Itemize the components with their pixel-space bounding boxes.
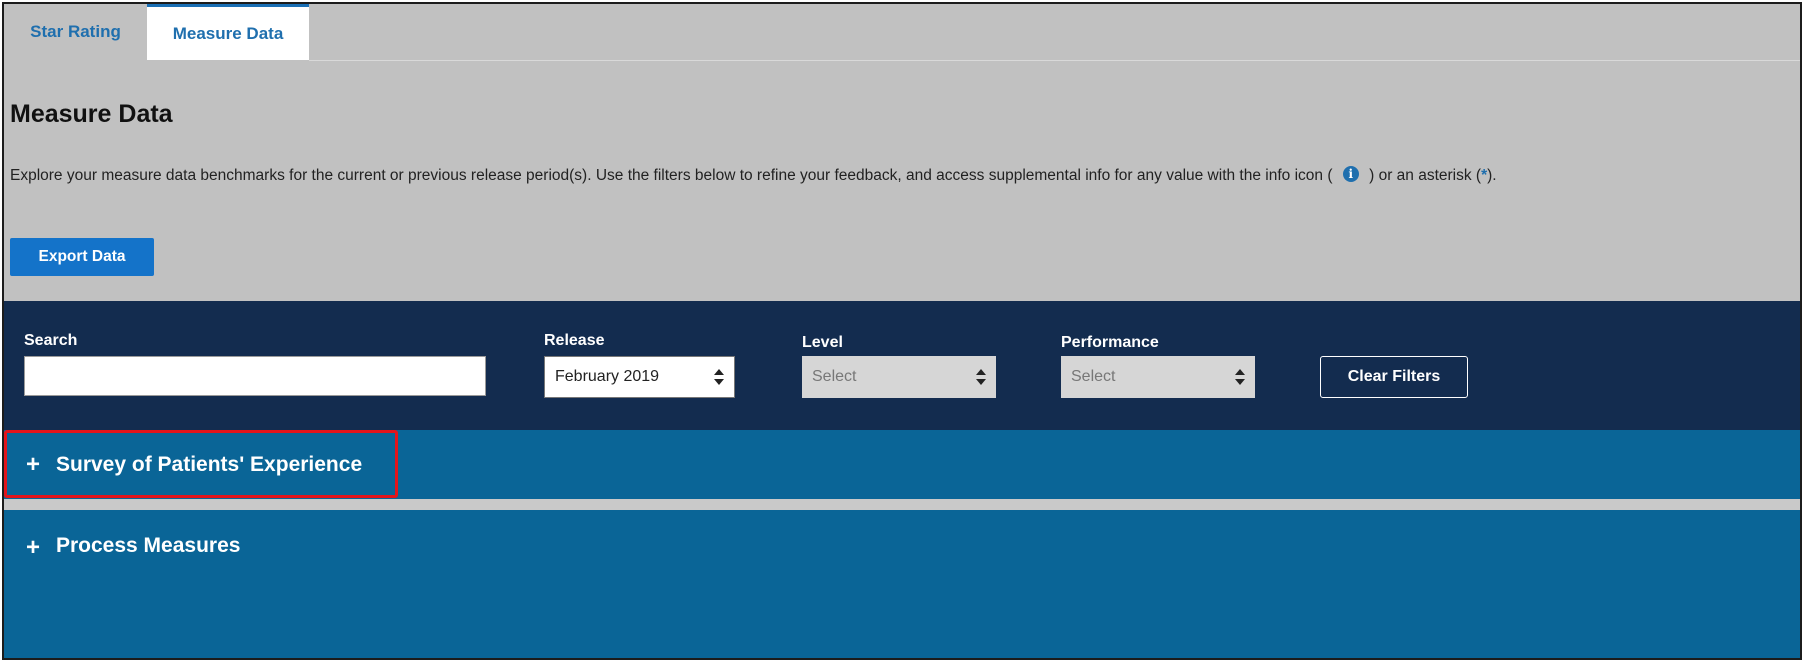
- sort-arrows-icon: [976, 369, 986, 385]
- release-select[interactable]: February 2019: [544, 356, 735, 398]
- measure-data-panel: Star Rating Measure Data Measure Data Ex…: [2, 2, 1802, 660]
- plus-icon: +: [26, 450, 41, 478]
- release-select-value: February 2019: [555, 368, 660, 385]
- sort-arrows-icon: [1235, 369, 1245, 385]
- intro-text-end: ).: [1487, 167, 1497, 184]
- accordion-label: Process Measures: [56, 534, 241, 557]
- page-title: Measure Data: [10, 100, 173, 128]
- search-input[interactable]: [24, 356, 486, 396]
- tab-star-rating[interactable]: Star Rating: [4, 4, 147, 60]
- accordion-survey-patients-experience[interactable]: + Survey of Patients' Experience: [4, 430, 1800, 499]
- performance-select-value: Select: [1071, 368, 1116, 385]
- intro-text-part2: ) or an asterisk (: [1369, 167, 1482, 184]
- tab-bar: Star Rating Measure Data: [4, 4, 309, 60]
- accordion-process-measures[interactable]: + Process Measures: [4, 510, 1800, 658]
- tab-divider: [309, 60, 1800, 61]
- level-select[interactable]: Select: [802, 356, 996, 398]
- search-label: Search: [24, 332, 78, 349]
- intro-text-part1: Explore your measure data benchmarks for…: [10, 167, 1333, 184]
- plus-icon: +: [26, 534, 41, 561]
- export-data-button[interactable]: Export Data: [10, 238, 154, 276]
- sort-arrows-icon: [714, 369, 724, 385]
- level-label: Level: [802, 334, 843, 351]
- info-icon: i: [1342, 166, 1359, 182]
- level-select-value: Select: [812, 368, 857, 385]
- intro-text: Explore your measure data benchmarks for…: [10, 162, 1800, 190]
- accordion-label: Survey of Patients' Experience: [56, 452, 363, 476]
- performance-select[interactable]: Select: [1061, 356, 1255, 398]
- filter-bar: Search Release February 2019 Level Selec…: [4, 301, 1800, 430]
- clear-filters-button[interactable]: Clear Filters: [1320, 356, 1468, 398]
- accordion-separator: [4, 499, 1800, 510]
- performance-label: Performance: [1061, 334, 1159, 351]
- release-label: Release: [544, 332, 605, 349]
- tab-measure-data[interactable]: Measure Data: [147, 4, 309, 60]
